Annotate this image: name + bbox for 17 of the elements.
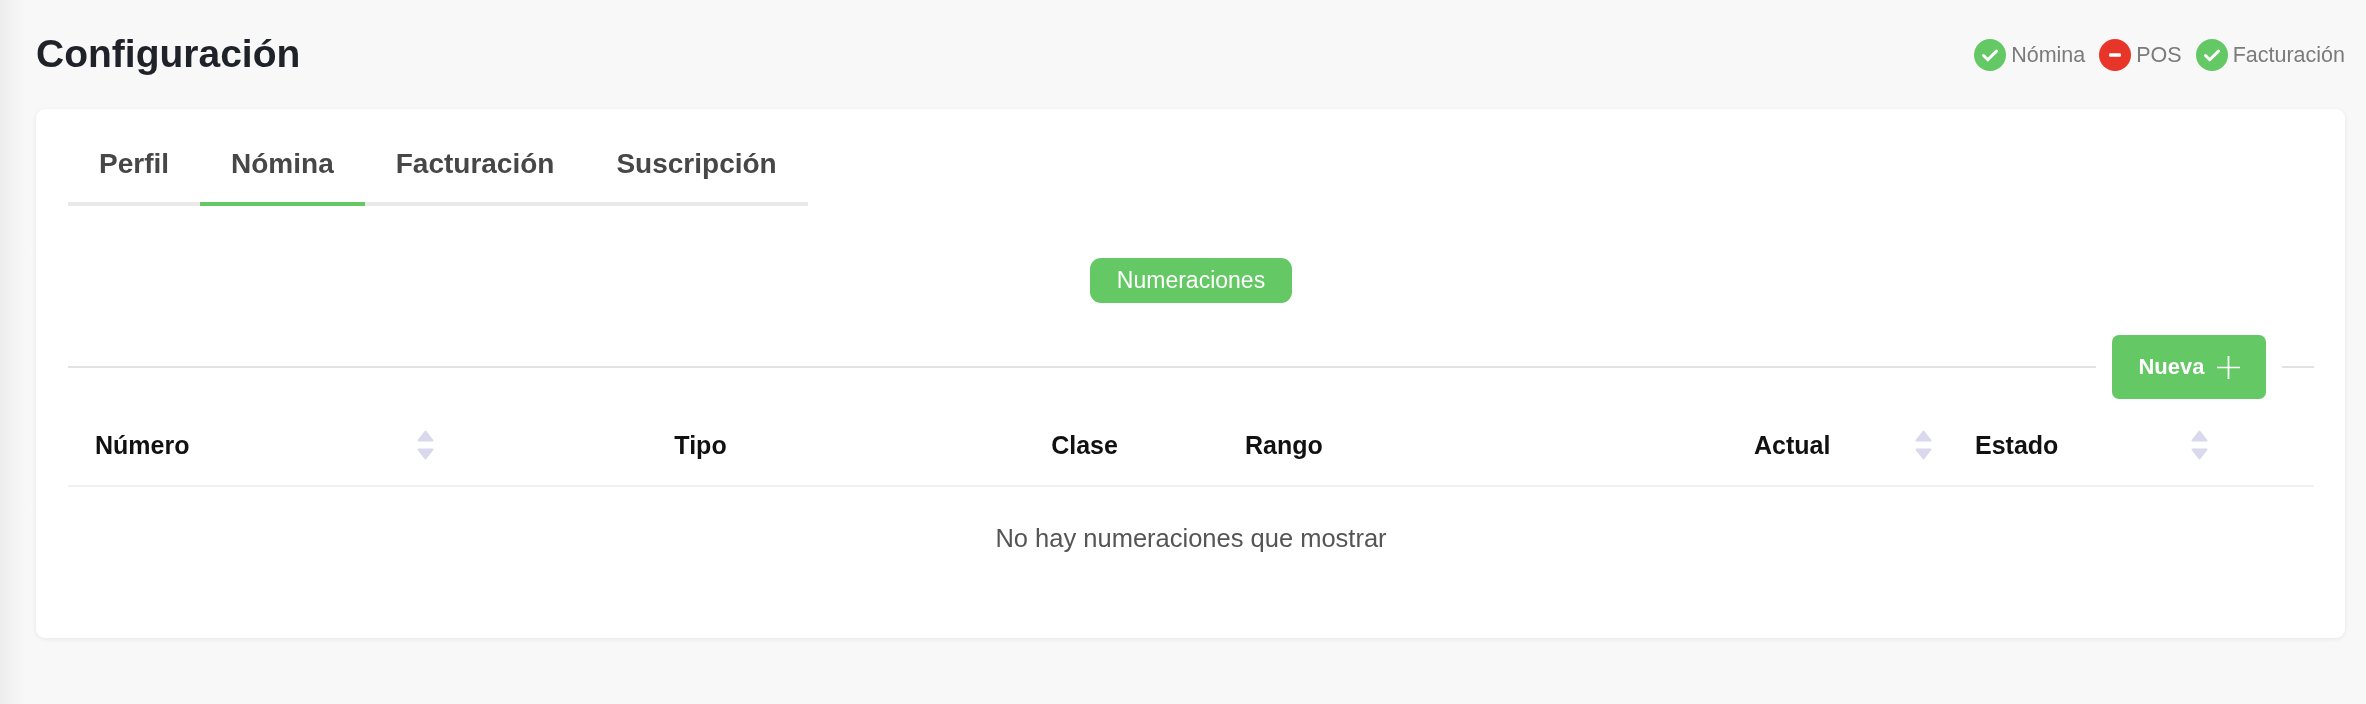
column-header: Clase xyxy=(1050,429,1119,461)
status-label: Nómina xyxy=(2011,41,2086,69)
page-title: Configuración xyxy=(36,31,301,77)
tab[interactable]: Nómina xyxy=(200,129,365,206)
empty-message: No hay numeraciones que mostrar xyxy=(995,523,1387,553)
column-header: Tipo xyxy=(673,429,728,461)
status-label: Facturación xyxy=(2232,41,2345,69)
column-header[interactable]: Número xyxy=(68,405,450,485)
tab[interactable]: Perfil xyxy=(68,129,201,206)
column-header: Rango xyxy=(1244,429,1324,461)
section-pill: Numeraciones xyxy=(1089,258,1293,303)
column-header[interactable]: Actual xyxy=(1727,405,1948,485)
tab[interactable]: Facturación xyxy=(364,129,586,206)
plus-icon xyxy=(2216,355,2240,379)
column-header[interactable]: Estado xyxy=(1948,405,2224,485)
tab[interactable]: Suscripción xyxy=(585,129,808,206)
status-label: POS xyxy=(2136,41,2182,69)
